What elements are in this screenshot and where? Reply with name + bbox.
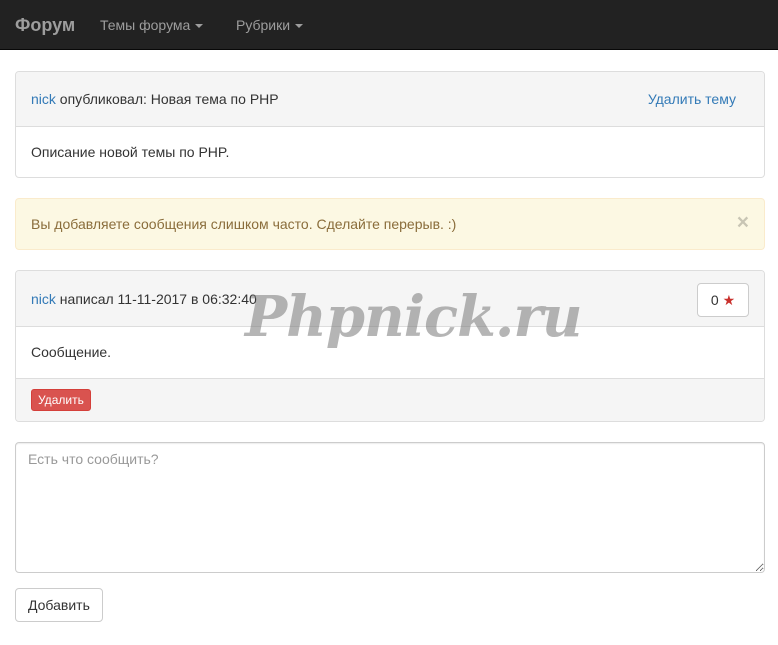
nav-dropdown-topics-label: Темы форума (100, 17, 191, 33)
post-footer: Удалить (16, 378, 764, 421)
topic-heading: nick опубликовал: Новая тема по PHP Удал… (16, 72, 764, 127)
rating-button[interactable]: 0 ★ (697, 283, 749, 317)
star-icon: ★ (722, 292, 736, 308)
topic-panel: nick опубликовал: Новая тема по PHP Удал… (15, 71, 765, 178)
nav-dropdown-categories[interactable]: Рубрики (236, 15, 304, 35)
post-panel: nick написал 11-11-2017 в 06:32:40 0 ★ С… (15, 270, 765, 422)
caret-down-icon (295, 24, 304, 29)
delete-topic-link[interactable]: Удалить тему (648, 72, 736, 127)
nav-dropdown-topics[interactable]: Темы форума (100, 15, 204, 35)
reply-textarea[interactable] (15, 442, 765, 573)
caret-down-icon (195, 24, 204, 29)
close-icon[interactable]: × (737, 199, 749, 247)
topic-author-link[interactable]: nick (31, 91, 56, 107)
topic-description: Описание новой темы по PHP. (31, 144, 230, 160)
topic-published-text: опубликовал: Новая тема по PHP (55, 91, 279, 107)
post-heading: nick написал 11-11-2017 в 06:32:40 0 ★ (16, 271, 764, 327)
alert-message: Вы добавляете сообщения слишком часто. С… (31, 216, 457, 232)
post-body: Сообщение. (31, 344, 112, 360)
navbar: Форум Темы форума Рубрики (0, 0, 778, 50)
post-author-link[interactable]: nick (31, 291, 56, 307)
brand-link[interactable]: Форум (15, 15, 75, 35)
delete-post-button[interactable]: Удалить (31, 389, 91, 411)
add-reply-button[interactable]: Добавить (15, 588, 103, 622)
rate-limit-alert: Вы добавляете сообщения слишком часто. С… (15, 198, 765, 250)
nav-dropdown-categories-label: Рубрики (236, 17, 291, 33)
post-written-text: написал 11-11-2017 в 06:32:40 (55, 291, 257, 307)
rating-count: 0 (710, 292, 719, 308)
